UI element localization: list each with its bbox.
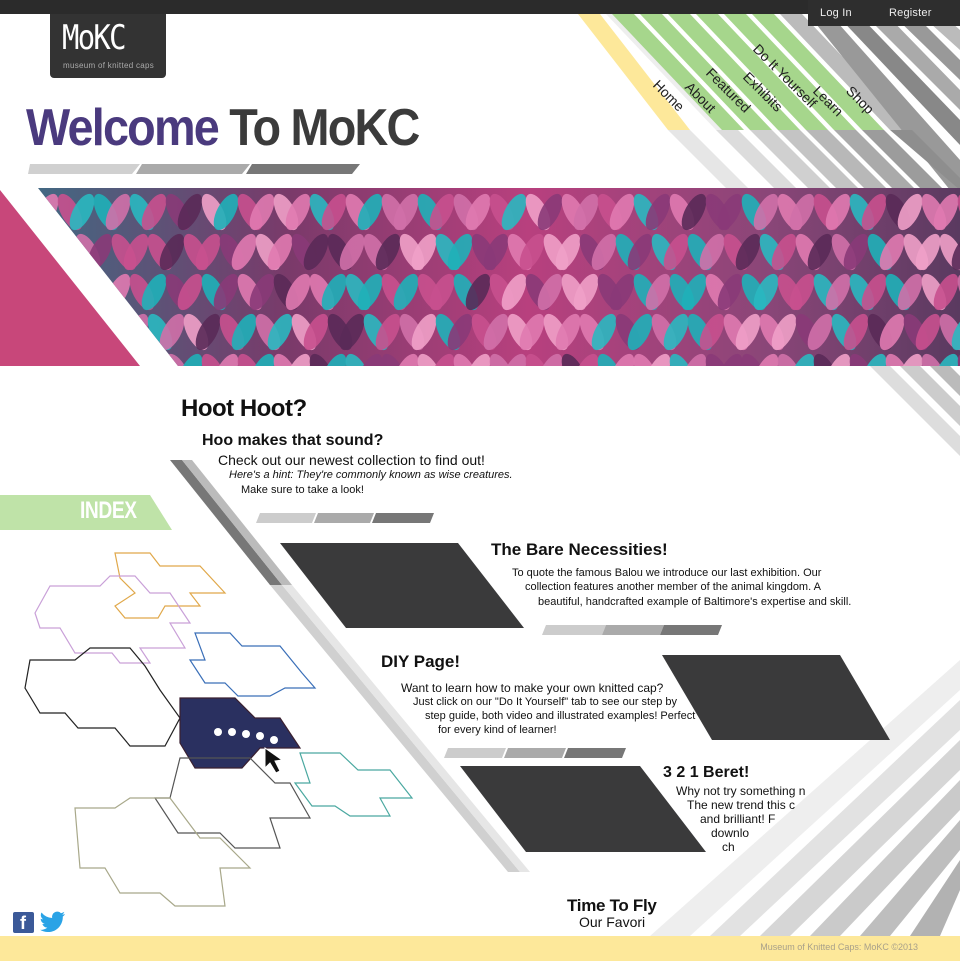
knit-stitch (38, 233, 41, 271)
auth-bar: Log In Register (808, 0, 960, 26)
diy-line1: Want to learn how to make your own knitt… (401, 681, 664, 695)
knit-stitch (0, 350, 15, 366)
site-logo[interactable]: MoKC museum of knitted caps (50, 14, 166, 78)
knit-stitch (51, 233, 77, 271)
knit-stitch (39, 233, 65, 271)
diy-line3: step guide, both video and illustrated e… (425, 710, 696, 722)
fly-line1: Our Favori (579, 914, 646, 930)
diy-line2: Just click on our "Do It Yourself" tab t… (413, 696, 678, 708)
index-puzzle-illustration[interactable] (20, 548, 420, 912)
diy-title: DIY Page! (381, 652, 461, 671)
twitter-icon[interactable] (40, 911, 66, 933)
knit-stitch (38, 273, 59, 311)
bare-title: The Bare Necessities! (491, 540, 668, 559)
knit-stitch (105, 353, 131, 366)
beret-title: 3 2 1 Beret! (663, 764, 750, 781)
knit-stitch (0, 270, 15, 314)
register-link[interactable]: Register (889, 7, 932, 19)
knit-stitch (129, 353, 155, 366)
knit-stitch (57, 353, 83, 366)
beret-line2: The new trend this c (687, 798, 796, 812)
bare-line1: To quote the famous Balou we introduce o… (512, 567, 822, 579)
knit-stitch (141, 353, 167, 366)
beret-line1: Why not try something n (676, 784, 806, 798)
page-title-part-b: To MoKC (229, 99, 420, 157)
footer: Museum of Knitted Caps: MoKC ©2013 (0, 936, 960, 961)
bare-line2: collection features another member of th… (525, 581, 821, 593)
beret-line4: downlo (711, 826, 750, 840)
hoot-subtitle: Hoo makes that sound? (202, 432, 384, 449)
page-title-part-a: Welcome (26, 99, 220, 157)
knit-stitch (51, 313, 77, 351)
hoot-line1: Check out our newest collection to find … (218, 452, 485, 468)
diy-line4: for every kind of learner! (438, 724, 557, 736)
knit-stitch (0, 190, 15, 234)
hero-knit-image (0, 188, 960, 366)
knit-stitch (93, 353, 119, 366)
knit-stitch (75, 313, 101, 351)
knit-stitch (39, 313, 65, 351)
knit-stitch (57, 273, 83, 311)
knit-stitch (38, 273, 47, 311)
footer-copyright: Museum of Knitted Caps: MoKC ©2013 (760, 942, 918, 952)
hoot-title: Hoot Hoot? (181, 395, 307, 422)
knit-stitch (69, 353, 95, 366)
logo-subtitle: museum of knitted caps (63, 61, 155, 70)
beret-line3: and brilliant! F (700, 812, 776, 826)
knit-stitch (0, 350, 27, 366)
bare-line3: beautiful, handcrafted example of Baltim… (538, 596, 852, 608)
page-title: Welcome To MoKC (26, 98, 420, 158)
knit-stitch (38, 353, 47, 366)
knit-stitch (69, 273, 95, 311)
knit-stitch (38, 353, 59, 366)
knit-stitch (0, 310, 33, 354)
knit-stitch (0, 230, 33, 274)
knit-stitch (87, 313, 113, 351)
facebook-icon[interactable]: f (13, 912, 34, 933)
knit-stitch (0, 190, 27, 234)
beret-line5: ch (722, 840, 735, 854)
hoot-line3: Make sure to take a look! (241, 484, 364, 496)
knit-stitch (0, 270, 27, 314)
login-link[interactable]: Log In (820, 7, 852, 19)
knit-stitch (38, 313, 41, 351)
fly-title: Time To Fly (567, 896, 657, 915)
knit-stitch (111, 313, 137, 351)
logo-title: MoKC (62, 18, 127, 58)
index-label: INDEX (80, 497, 137, 524)
hoot-line2: Here's a hint: They're commonly known as… (229, 469, 513, 481)
